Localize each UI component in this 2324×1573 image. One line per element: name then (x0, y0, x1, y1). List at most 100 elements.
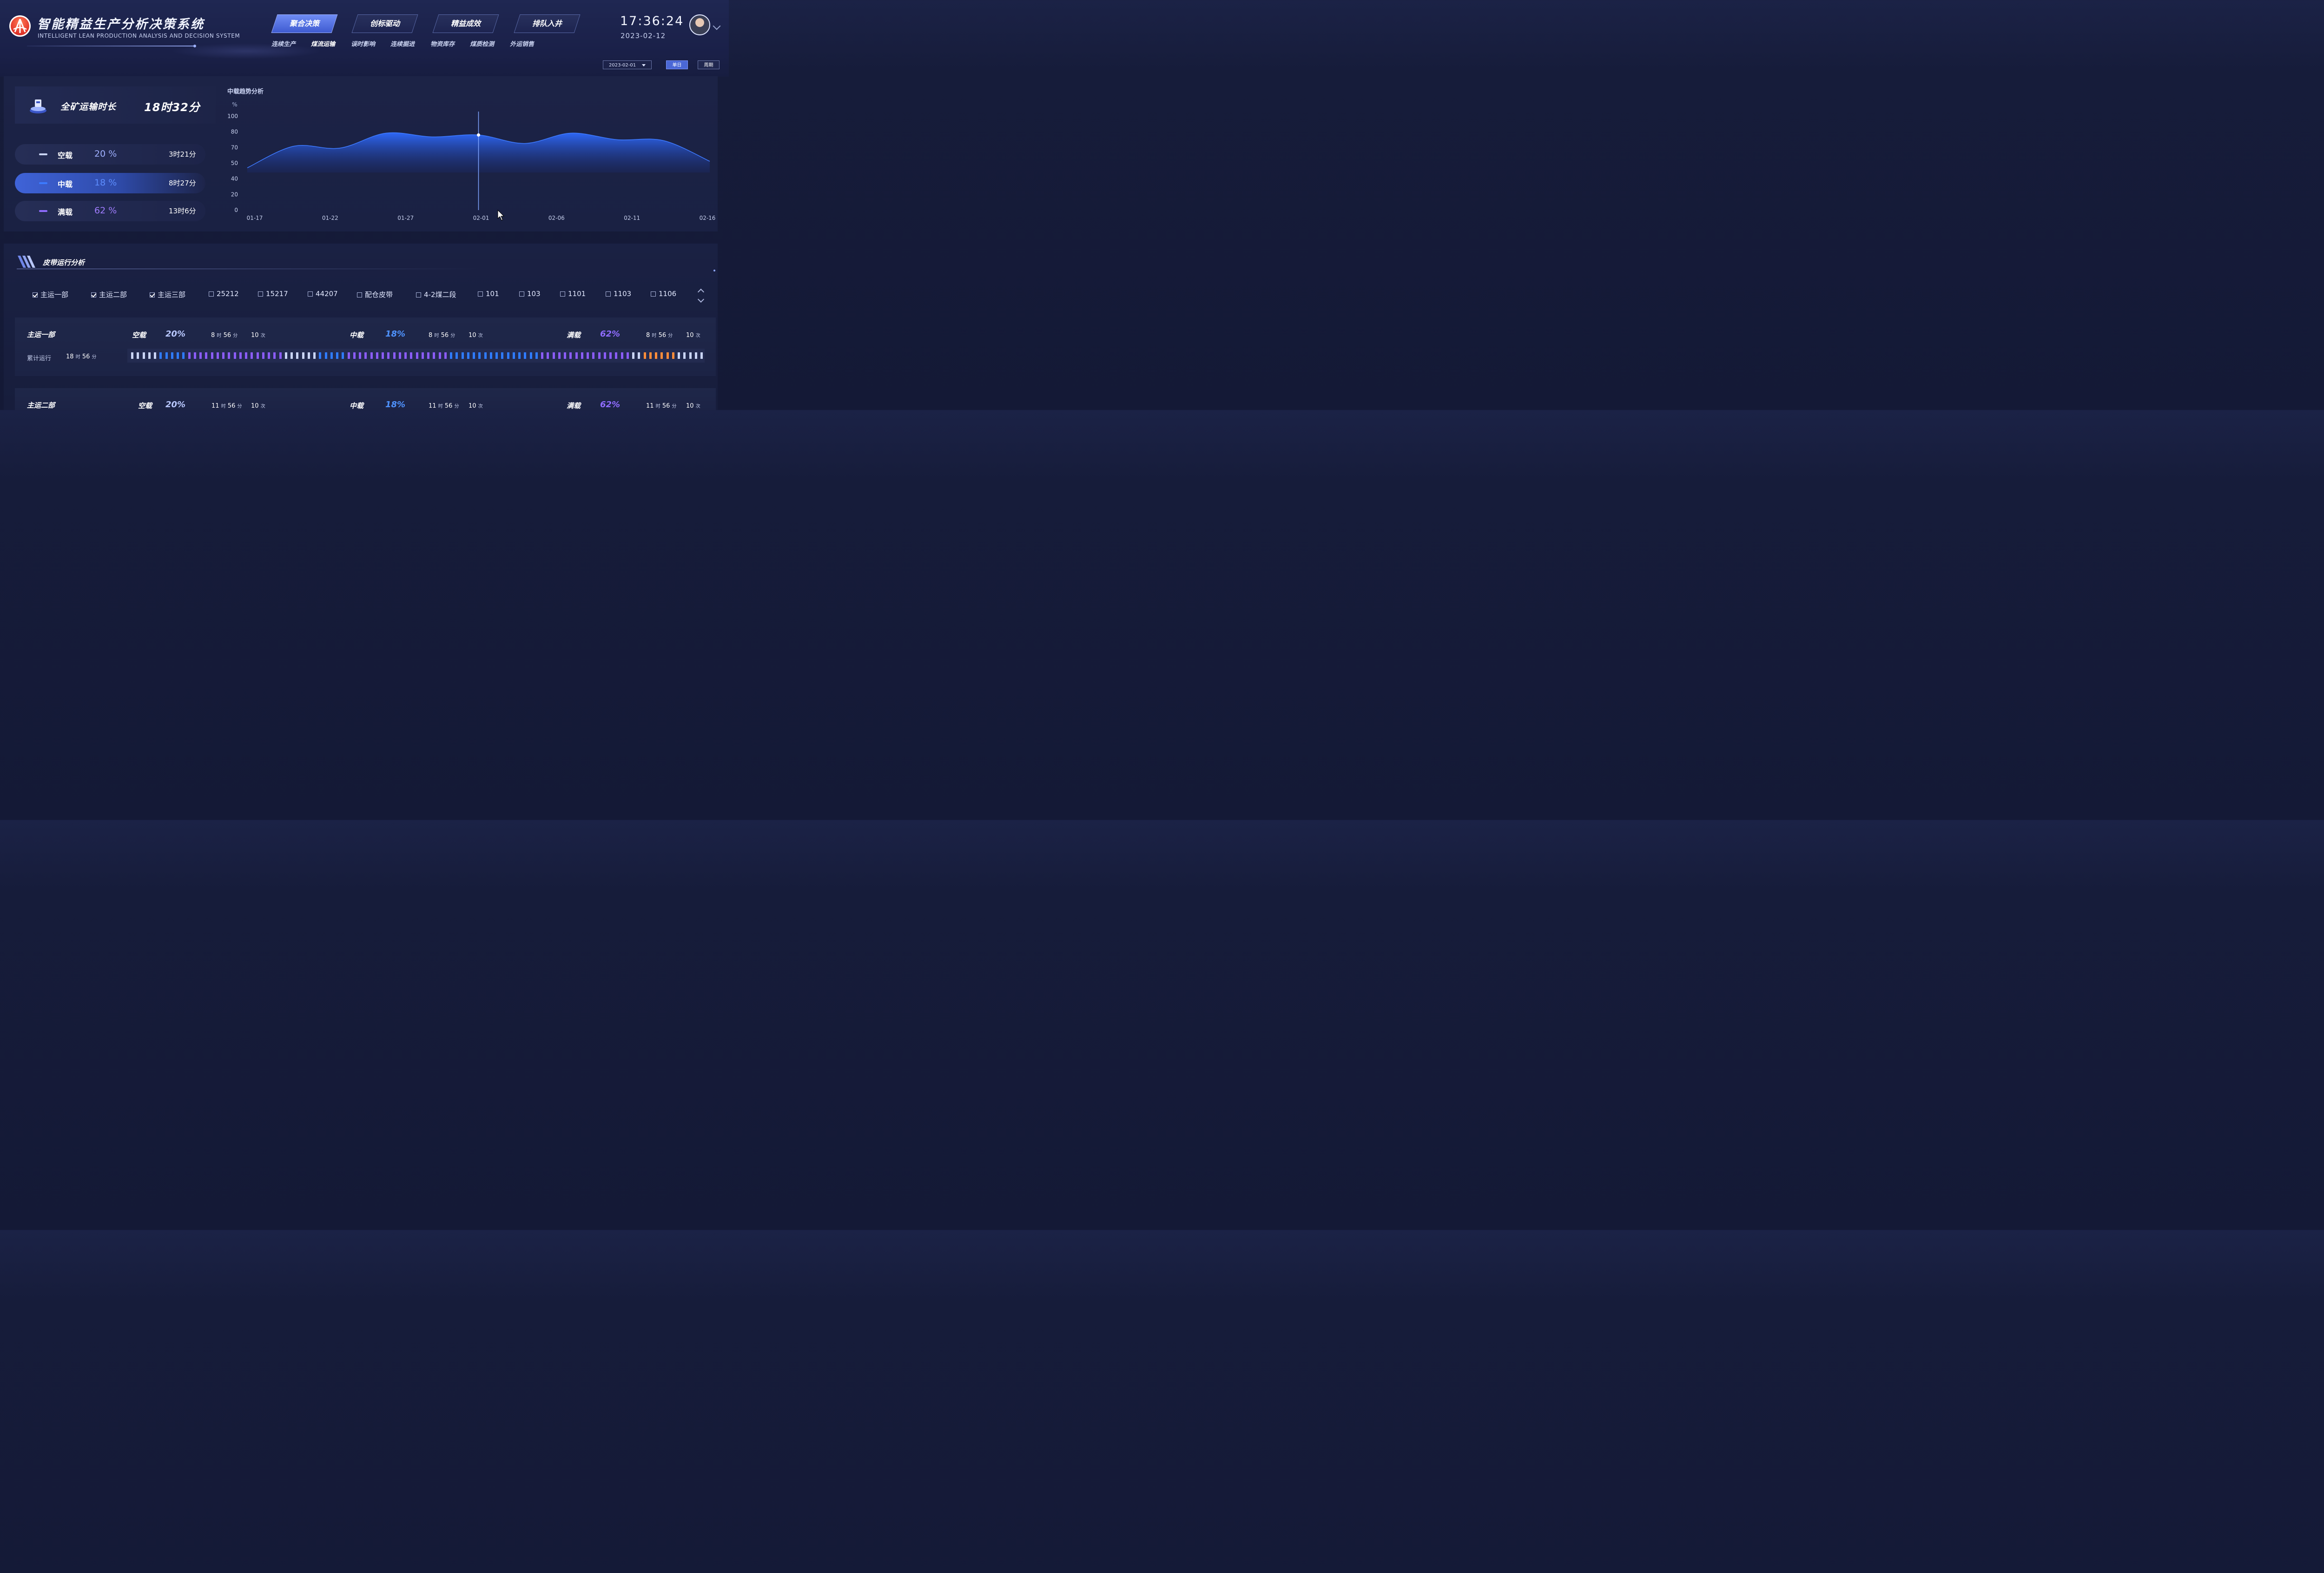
filter-checkbox-10[interactable]: 103 (519, 290, 541, 298)
checkbox-empty-icon[interactable] (416, 292, 421, 297)
timeline-segment (689, 352, 692, 359)
timeline-segment (507, 352, 509, 359)
timeline-segment (342, 352, 344, 359)
checkbox-checked-icon[interactable] (150, 292, 155, 297)
conveyor-platform-icon (30, 99, 46, 113)
checkbox-empty-icon[interactable] (560, 291, 565, 297)
timeline-segment (131, 352, 133, 359)
checkbox-checked-icon[interactable] (33, 292, 38, 297)
filter-checkbox-4[interactable]: 25212 (209, 290, 239, 298)
filter-scroll[interactable] (697, 288, 705, 303)
timeline-segment (171, 352, 173, 359)
mid-load-trend-chart[interactable]: % 100 80 70 50 40 20 0 01-17 01-22 01-27 02-01 02-06… (223, 95, 718, 228)
tab-innovation-drive[interactable]: 创标驱动 (351, 14, 418, 33)
y-tick-label: 80 (231, 129, 238, 135)
filter-checkbox-12[interactable]: 1103 (606, 290, 631, 298)
timeline-segment (211, 352, 213, 359)
x-tick-label: 01-17 (247, 215, 263, 221)
timeline-segment (188, 352, 191, 359)
timeline-segment (307, 352, 310, 359)
timeline-segment (404, 352, 407, 359)
filter-checkbox-11[interactable]: 1101 (560, 290, 586, 298)
full-count: 10 次 (686, 332, 700, 339)
tab-aggregate-decision[interactable]: 聚合决策 (271, 14, 338, 33)
timeline-segment (347, 352, 350, 359)
filter-label: 1101 (568, 290, 586, 298)
checkbox-empty-icon[interactable] (209, 291, 214, 297)
timeline-segment (262, 352, 264, 359)
subnav-coal-quality[interactable]: 煤质检测 (470, 39, 494, 48)
filter-checkbox-5[interactable]: 15217 (258, 290, 288, 298)
timeline-segment (302, 352, 304, 359)
timeline-segment (444, 352, 447, 359)
timeline-segment (592, 352, 595, 359)
load-name: 满载 (58, 208, 73, 217)
checkbox-empty-icon[interactable] (606, 291, 611, 297)
belt-name: 主运二部 (27, 401, 55, 410)
subnav-delay-impact[interactable]: 误时影响 (351, 39, 375, 48)
filter-checkbox-13[interactable]: 1106 (651, 290, 676, 298)
date-select[interactable]: 2023-02-01 (603, 60, 652, 69)
subnav-continuous-production[interactable]: 连续生产 (271, 39, 296, 48)
tab-lean-results[interactable]: 精益成效 (432, 14, 499, 33)
subnav-material-inventory[interactable]: 物资库存 (430, 39, 455, 48)
x-tick-label: 02-06 (548, 215, 565, 221)
single-day-button[interactable]: 单日 (666, 60, 688, 69)
chevron-up-icon[interactable] (697, 288, 705, 296)
timeline-segment (501, 352, 504, 359)
user-avatar[interactable] (689, 14, 710, 35)
filter-checkbox-9[interactable]: 101 (478, 290, 499, 298)
checkbox-empty-icon[interactable] (651, 291, 656, 297)
subnav-coal-transport[interactable]: 煤流运输 (311, 39, 335, 48)
timeline-segment (233, 352, 236, 359)
checkbox-empty-icon[interactable] (357, 292, 362, 297)
timeline-segment (319, 352, 322, 359)
timeline-segment (421, 352, 424, 359)
timeline-segment (416, 352, 418, 359)
timeline-segment (330, 352, 333, 359)
load-row-full[interactable]: 满载 62 % 13时6分 (15, 201, 205, 221)
chevron-down-icon[interactable] (697, 296, 705, 303)
timeline-segment (148, 352, 151, 359)
checkbox-empty-icon[interactable] (258, 291, 263, 297)
timeline-segment (672, 352, 674, 359)
timeline-segment (256, 352, 259, 359)
belt-card-main2: 主运二部 空载 20% 11 时 56 分 10 次 中载 18% 11 时 5… (15, 388, 716, 410)
period-button[interactable]: 周期 (698, 60, 720, 69)
filter-label: 101 (486, 290, 499, 298)
filter-checkbox-7[interactable]: 配仓皮带 (357, 290, 393, 299)
filter-checkbox-1[interactable]: 主运一部 (33, 290, 68, 299)
belt-name: 主运一部 (27, 330, 55, 339)
filter-label: 主运三部 (158, 291, 186, 299)
full-label: 满载 (567, 402, 581, 410)
filter-checkbox-6[interactable]: 44207 (308, 290, 338, 298)
filter-label: 1106 (659, 290, 677, 298)
checkbox-checked-icon[interactable] (91, 292, 96, 297)
timeline-segment (609, 352, 612, 359)
subnav-continuous-excavation[interactable]: 连续掘进 (390, 39, 415, 48)
full-time: 8 时 56 分 (646, 332, 673, 339)
mouse-cursor-icon (497, 210, 505, 221)
belt-status-timeline[interactable] (127, 349, 705, 363)
legend-dash-icon (39, 210, 47, 212)
empty-label: 空载 (138, 402, 152, 410)
tab-queue-entry[interactable]: 排队入井 (514, 14, 581, 33)
title-underline-dot (193, 45, 196, 47)
timeline-segment (364, 352, 367, 359)
empty-count: 10 次 (251, 332, 265, 339)
timeline-segment (313, 352, 316, 359)
filter-checkbox-3[interactable]: 主运三部 (150, 290, 185, 299)
timeline-segment (398, 352, 401, 359)
filter-checkbox-8[interactable]: 4-2煤二段 (416, 290, 456, 299)
section-stripes-icon (18, 256, 35, 268)
timeline-segment (461, 352, 464, 359)
timeline-segment (370, 352, 373, 359)
filter-checkbox-2[interactable]: 主运二部 (91, 290, 127, 299)
subnav-external-sales[interactable]: 外运销售 (510, 39, 534, 48)
checkbox-empty-icon[interactable] (308, 291, 313, 297)
checkbox-empty-icon[interactable] (478, 291, 483, 297)
checkbox-empty-icon[interactable] (519, 291, 524, 297)
load-pct: 18 % (94, 178, 117, 188)
load-row-empty[interactable]: 空载 20 % 3时21分 (15, 144, 205, 165)
load-row-mid[interactable]: 中载 18 % 8时27分 (15, 173, 205, 193)
